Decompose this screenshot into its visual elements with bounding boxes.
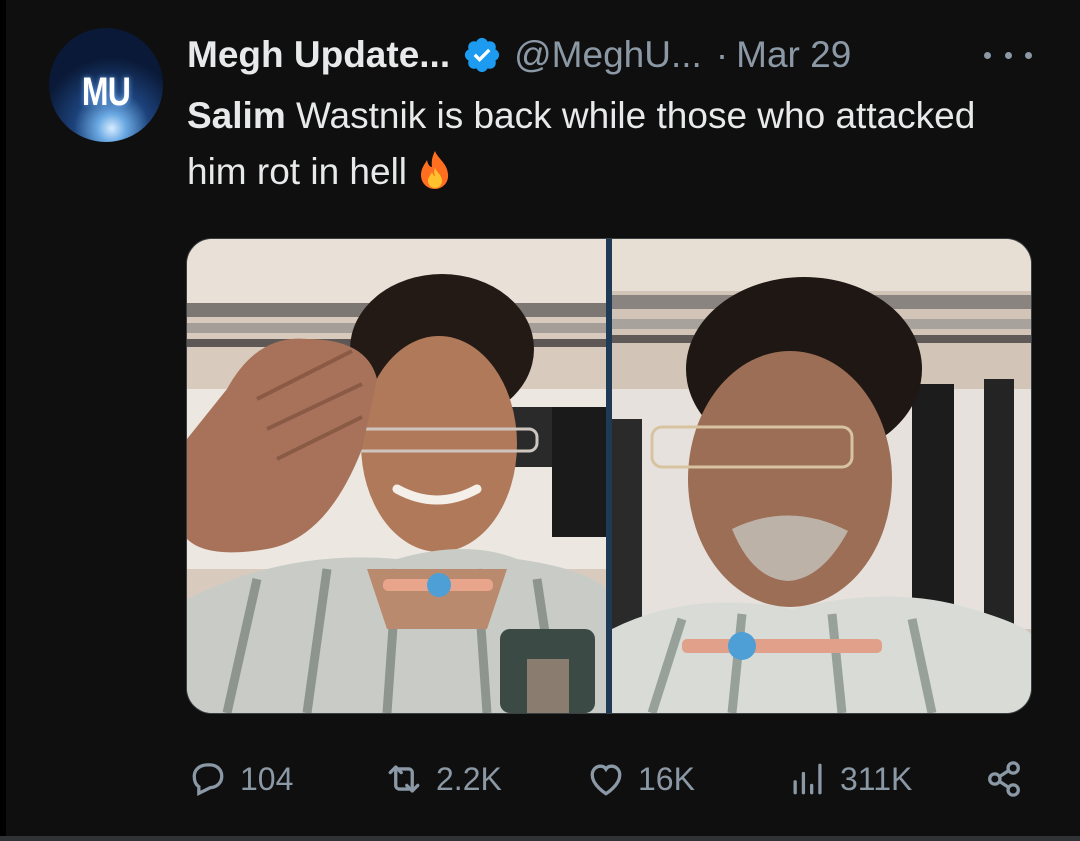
views-button[interactable]: 311K — [786, 755, 912, 803]
reply-button[interactable]: 104 — [186, 755, 293, 803]
tweet-header: Megh Update... @MeghU... · Mar 29 — [187, 30, 851, 80]
tweet-text-bold: Salim — [187, 95, 286, 136]
tweet-separator — [0, 836, 1080, 841]
tweet-photo-2[interactable] — [612, 239, 1031, 713]
analytics-icon — [793, 763, 822, 795]
media-grid[interactable] — [186, 238, 1032, 714]
views-count: 311K — [840, 760, 913, 797]
separator-dot: · — [715, 34, 729, 75]
timeline-border — [0, 0, 6, 841]
like-count: 16K — [638, 760, 695, 797]
tweet-actions: 104 2.2K 16K 311K — [186, 755, 1030, 803]
display-name[interactable]: Megh Update... — [187, 34, 450, 76]
like-button[interactable]: 16K — [584, 755, 695, 803]
user-handle[interactable]: @MeghU... — [514, 34, 702, 76]
tweet-text: Salim Wastnik is back while those who at… — [187, 88, 1017, 200]
tweet-text-body: Wastnik is back while those who attacked… — [187, 95, 976, 192]
tweet-photo-1[interactable] — [187, 239, 606, 713]
fire-icon — [413, 148, 457, 192]
avatar[interactable]: MU — [49, 28, 163, 142]
share-button[interactable] — [982, 755, 1026, 803]
more-options-icon[interactable] — [984, 40, 1032, 70]
repost-count: 2.2K — [436, 760, 502, 797]
tweet-date[interactable]: Mar 29 — [736, 34, 851, 76]
heart-icon — [590, 764, 622, 796]
reply-count: 104 — [240, 760, 294, 797]
reply-icon — [192, 763, 224, 796]
share-icon — [988, 761, 1020, 797]
repost-button[interactable]: 2.2K — [382, 755, 502, 803]
avatar-initials: MU — [81, 70, 131, 114]
repost-icon — [388, 765, 420, 793]
verified-badge-icon[interactable] — [462, 35, 502, 75]
